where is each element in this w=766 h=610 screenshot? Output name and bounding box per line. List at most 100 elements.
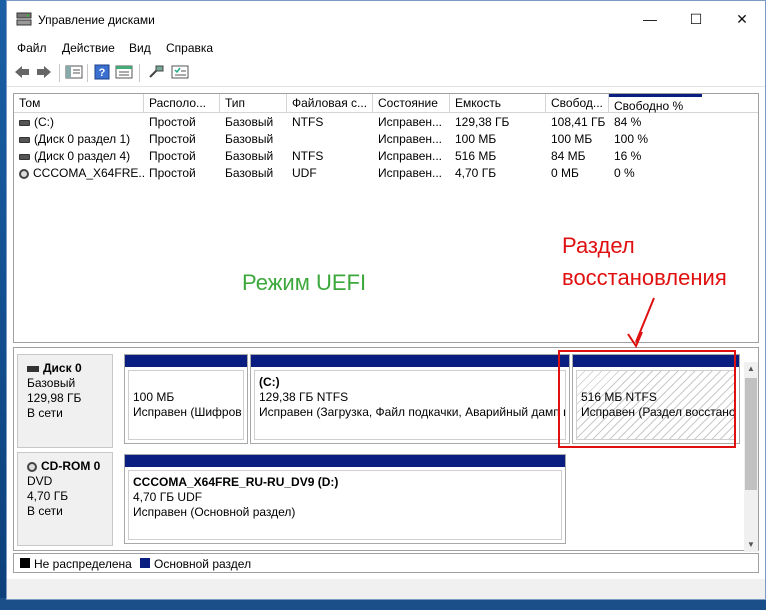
cdrom-0-type: DVD xyxy=(27,474,53,488)
toolbar: ? xyxy=(7,59,765,87)
volume-layout-cell: Простой xyxy=(149,115,196,129)
console-tree-icon[interactable] xyxy=(65,64,83,80)
partition-bar xyxy=(251,355,569,367)
volume-status-cell: Исправен... xyxy=(378,149,443,163)
column-header-capacity[interactable]: Емкость xyxy=(450,94,546,113)
volume-type-cell: Базовый xyxy=(225,132,274,146)
back-arrow-icon[interactable] xyxy=(13,64,31,80)
toolbar-separator xyxy=(139,64,140,82)
legend-bar: Не распределена Основной раздел xyxy=(13,553,759,573)
partition-size: 100 МБ xyxy=(133,390,175,404)
volume-capacity-cell: 4,70 ГБ xyxy=(455,166,497,180)
column-header-filesystem[interactable]: Файловая с... xyxy=(287,94,373,113)
scroll-up-icon[interactable]: ▲ xyxy=(744,362,758,376)
volume-fs-cell xyxy=(287,131,373,148)
disk-0-state: В сети xyxy=(27,406,63,420)
volume-capacity-cell: 129,38 ГБ xyxy=(455,115,510,129)
volume-name-cell: (Диск 0 раздел 4) xyxy=(14,148,144,165)
menu-view[interactable]: Вид xyxy=(129,41,151,55)
partition-status: Исправен (Основной раздел) xyxy=(133,505,296,519)
partition-bar xyxy=(125,355,247,367)
properties-icon[interactable] xyxy=(115,64,133,80)
column-header-volume[interactable]: Том xyxy=(14,94,144,113)
uefi-mode-annotation: Режим UEFI xyxy=(242,270,367,295)
drive-icon xyxy=(19,153,30,160)
forward-arrow-icon[interactable] xyxy=(35,64,53,80)
legend-primary-swatch xyxy=(140,558,150,568)
disk-0-type: Базовый xyxy=(27,376,76,390)
volume-name-cell: (C:) xyxy=(14,114,144,131)
help-icon[interactable]: ? xyxy=(93,64,111,80)
volume-type-cell: Базовый xyxy=(225,149,274,163)
legend-unallocated-swatch xyxy=(20,558,30,568)
volume-row[interactable]: (Диск 0 раздел 1) Простой Базовый Исправ… xyxy=(14,131,758,148)
column-header-type[interactable]: Тип xyxy=(220,94,287,113)
volume-free-cell: 84 МБ xyxy=(551,149,586,163)
legend-primary-label: Основной раздел xyxy=(154,557,252,571)
volume-type-cell: Базовый xyxy=(225,166,274,180)
volume-free-percent-cell: 84 % xyxy=(614,115,642,129)
column-header-layout[interactable]: Располо... xyxy=(144,94,220,113)
recovery-annotation-line1: Раздел xyxy=(562,233,635,258)
disk-0-size: 129,98 ГБ xyxy=(27,391,82,405)
menu-help[interactable]: Справка xyxy=(166,41,213,55)
partition-bar xyxy=(125,455,565,467)
column-header-status[interactable]: Состояние xyxy=(373,94,450,113)
partition-title: CCCOMA_X64FRE_RU-RU_DV9 (D:) xyxy=(133,475,339,489)
scroll-down-icon[interactable]: ▼ xyxy=(744,538,758,552)
volume-type-cell: Базовый xyxy=(225,115,274,129)
partition-c[interactable]: (C:) 129,38 ГБ NTFS Исправен (Загрузка, … xyxy=(250,354,570,444)
volume-row[interactable]: (Диск 0 раздел 4) Простой Базовый NTFS И… xyxy=(14,148,758,165)
volume-capacity-cell: 516 МБ xyxy=(455,149,497,163)
connect-disk-icon[interactable] xyxy=(147,64,165,80)
disk-icon xyxy=(27,365,39,372)
scrollbar-thumb[interactable] xyxy=(745,378,757,490)
volume-fs-cell: NTFS xyxy=(292,115,324,129)
disk-0-label[interactable]: Диск 0 Базовый 129,98 ГБ В сети xyxy=(17,354,113,448)
volume-layout-cell: Простой xyxy=(149,149,196,163)
volume-row[interactable]: (C:) Простой Базовый NTFS Исправен... 12… xyxy=(14,114,758,131)
recovery-annotation-line2: восстановления xyxy=(562,265,727,290)
cdrom-0-name: CD-ROM 0 xyxy=(41,459,101,473)
cd-icon xyxy=(19,168,29,179)
cdrom-0-size: 4,70 ГБ xyxy=(27,489,69,503)
partition-size: 129,38 ГБ NTFS xyxy=(259,390,349,404)
volume-fs-cell: NTFS xyxy=(292,149,324,163)
partition-title: (C:) xyxy=(259,375,280,389)
disk-0-name: Диск 0 xyxy=(43,361,82,375)
volume-free-percent-cell: 0 % xyxy=(614,166,635,180)
menu-bar: Файл Действие Вид Справка xyxy=(7,37,765,59)
title-bar[interactable]: Управление дисками — ☐ ✕ xyxy=(7,1,765,37)
maximize-button[interactable]: ☐ xyxy=(673,1,719,37)
volume-row[interactable]: CCCOMA_X64FRE... Простой Базовый UDF Исп… xyxy=(14,165,758,182)
menu-file[interactable]: Файл xyxy=(17,41,47,55)
volume-fs-cell: UDF xyxy=(292,166,317,180)
volume-layout-cell: Простой xyxy=(149,132,196,146)
partition-efi[interactable]: 100 МБ Исправен (Шифров xyxy=(124,354,248,444)
drive-icon xyxy=(19,136,30,143)
column-header-free-percent[interactable]: Свободно % xyxy=(609,94,702,113)
volume-status-cell: Исправен... xyxy=(378,132,443,146)
column-header-free[interactable]: Свобод... xyxy=(546,94,609,113)
minimize-button[interactable]: — xyxy=(627,1,673,37)
cdrom-0-label[interactable]: CD-ROM 0 DVD 4,70 ГБ В сети xyxy=(17,452,113,546)
partition-status: Исправен (Шифров xyxy=(133,405,242,419)
settings-list-icon[interactable] xyxy=(171,64,189,80)
legend-unallocated-label: Не распределена xyxy=(34,557,132,571)
volume-name-cell: CCCOMA_X64FRE... xyxy=(14,165,144,182)
toolbar-separator xyxy=(59,64,60,82)
partition-body: CCCOMA_X64FRE_RU-RU_DV9 (D:) 4,70 ГБ UDF… xyxy=(128,470,562,540)
svg-text:?: ? xyxy=(99,67,106,79)
partition-dvd[interactable]: CCCOMA_X64FRE_RU-RU_DV9 (D:) 4,70 ГБ UDF… xyxy=(124,454,566,544)
menu-action[interactable]: Действие xyxy=(62,41,115,55)
volume-name-cell: (Диск 0 раздел 1) xyxy=(14,131,144,148)
toolbar-separator xyxy=(87,64,88,82)
volume-free-percent-cell: 100 % xyxy=(614,132,649,146)
cd-icon xyxy=(27,461,37,472)
status-bar xyxy=(7,579,765,599)
volume-free-percent-cell: 16 % xyxy=(614,149,642,163)
disk-view-scrollbar[interactable]: ▲ ▼ xyxy=(744,362,758,552)
close-button[interactable]: ✕ xyxy=(719,1,765,37)
volume-free-cell: 108,41 ГБ xyxy=(551,115,606,129)
volume-capacity-cell: 100 МБ xyxy=(455,132,497,146)
